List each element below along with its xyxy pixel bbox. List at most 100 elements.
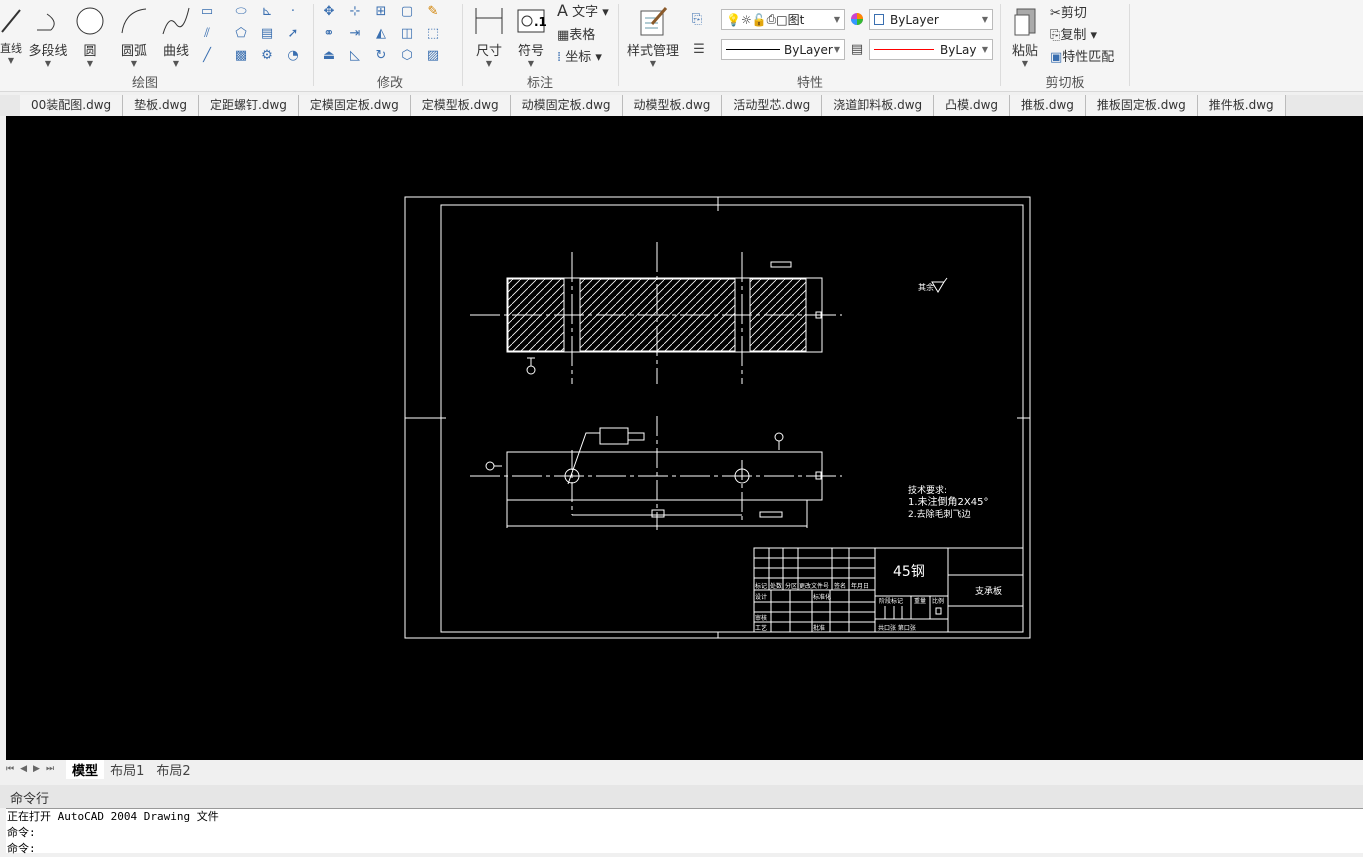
copy-object-icon[interactable]: ⚭ bbox=[320, 24, 338, 42]
text-icon: A bbox=[557, 1, 568, 20]
fillet-icon[interactable]: ⬡ bbox=[398, 46, 416, 64]
doc-tab[interactable]: 定模固定板.dwg bbox=[298, 95, 411, 116]
command-line: 命令: bbox=[7, 826, 36, 839]
color-swatch-icon bbox=[874, 14, 884, 25]
svg-text:年月日: 年月日 bbox=[851, 582, 869, 590]
svg-text:2.去除毛刺飞边: 2.去除毛刺飞边 bbox=[908, 508, 971, 520]
ellipse-icon[interactable]: ⬭ bbox=[232, 2, 250, 20]
svg-text:设计: 设计 bbox=[755, 593, 767, 601]
svg-text:重量: 重量 bbox=[914, 597, 926, 605]
stretch-icon[interactable]: ⏏ bbox=[320, 46, 338, 64]
svg-text:共口张 第口张: 共口张 第口张 bbox=[878, 624, 916, 632]
move-icon[interactable]: ✥ bbox=[320, 2, 338, 20]
edit-hatch-icon[interactable]: ▨ bbox=[424, 46, 442, 64]
layout-tabs: ⏮◀▶⏭ 模型 布局1 布局2 bbox=[0, 759, 1363, 779]
cut-button[interactable]: ✂剪切 bbox=[1050, 2, 1087, 21]
line-button[interactable]: 直线 ▼ bbox=[0, 2, 22, 65]
doc-tab[interactable]: 定距螺钉.dwg bbox=[199, 95, 299, 116]
spline-button[interactable]: 曲线 ▼ bbox=[156, 2, 196, 68]
circle-button[interactable]: 圆 ▼ bbox=[72, 2, 108, 68]
doc-tab[interactable]: 浇道卸料板.dwg bbox=[822, 95, 935, 116]
explode-icon[interactable]: ⬚ bbox=[424, 24, 442, 42]
doc-tab[interactable]: 00装配图.dwg bbox=[20, 95, 124, 116]
svg-text:工艺: 工艺 bbox=[755, 624, 767, 632]
tab-layout1[interactable]: 布局1 bbox=[104, 760, 150, 779]
color-wheel-icon[interactable] bbox=[848, 10, 866, 28]
extend-icon[interactable]: ⇥ bbox=[346, 24, 364, 42]
ribbon: 直线 ▼ 多段线 ▼ 圆 ▼ 圆弧 ▼ 曲线 ▼ ▭ ⬭ ⊾ · ⫽ ⬠ ▤ ➚ ╱ ▩ … bbox=[0, 0, 1363, 92]
doc-tab[interactable]: 凸模.dwg bbox=[934, 95, 1011, 116]
symbol-button[interactable]: .1 符号 ▼ bbox=[512, 2, 550, 68]
command-history[interactable]: 正在打开 AutoCAD 2004 Drawing 文件 命令: 命令: bbox=[6, 808, 1363, 855]
copy-button[interactable]: ⎘复制 ▾ bbox=[1050, 24, 1097, 43]
drawing-canvas[interactable]: 其余 技术要求: 1.未注倒角2X45° 2.去除毛刺飞边 标记 处数 分区 更改文件… bbox=[6, 116, 1363, 760]
layer-combo[interactable]: 💡 ☼ 🔓 ⎙ □ 图t ▼ bbox=[721, 9, 845, 30]
doc-tab[interactable]: 活动型芯.dwg bbox=[722, 95, 823, 116]
bulb-icon: 💡 bbox=[726, 12, 741, 27]
coordinate-button[interactable]: ⁞ 坐标 ▾ bbox=[557, 46, 602, 65]
svg-text:阶段标记: 阶段标记 bbox=[879, 597, 903, 605]
construction-icon[interactable]: ⊾ bbox=[258, 2, 276, 20]
rectangle-icon[interactable]: ▭ bbox=[198, 2, 216, 20]
doc-tab[interactable]: 动模固定板.dwg bbox=[510, 95, 623, 116]
array-icon[interactable]: ⊞ bbox=[372, 2, 390, 20]
offset-icon[interactable]: ◫ bbox=[398, 24, 416, 42]
svg-text:签名: 签名 bbox=[834, 582, 846, 590]
hatch-icon[interactable]: ▩ bbox=[232, 46, 250, 64]
region-icon[interactable]: ⬠ bbox=[232, 24, 250, 42]
block-icon[interactable]: ▤ bbox=[258, 24, 276, 42]
svg-text:其余: 其余 bbox=[918, 282, 934, 292]
svg-text:标记: 标记 bbox=[755, 582, 767, 590]
paste-icon bbox=[1010, 6, 1040, 36]
tab-layout2[interactable]: 布局2 bbox=[150, 760, 196, 779]
front-view bbox=[470, 416, 842, 530]
svg-text:标准化: 标准化 bbox=[813, 593, 831, 601]
doc-tab[interactable]: 推板固定板.dwg bbox=[1085, 95, 1198, 116]
paste-button[interactable]: 粘贴 ▼ bbox=[1006, 2, 1044, 68]
trim-icon[interactable]: ⊹ bbox=[346, 2, 364, 20]
coordinate-icon: ⁞ bbox=[557, 50, 562, 65]
svg-text:批准: 批准 bbox=[813, 624, 825, 632]
linetype-combo[interactable]: ByLayer ▼ bbox=[721, 39, 845, 60]
tab-nav-arrows-icon[interactable]: ⏮◀▶⏭ bbox=[0, 764, 66, 774]
insert-icon[interactable]: ➚ bbox=[284, 24, 302, 42]
lineweight-list-icon[interactable]: ☰ bbox=[690, 40, 708, 58]
svg-text:1.未注倒角2X45°: 1.未注倒角2X45° bbox=[908, 495, 988, 508]
text-button[interactable]: A 文字 ▾ bbox=[557, 1, 609, 20]
arc-icon bbox=[119, 6, 149, 36]
doc-tab[interactable]: 垫板.dwg bbox=[123, 95, 200, 116]
table-button[interactable]: ▦表格 bbox=[557, 24, 595, 43]
doc-tab[interactable]: 推件板.dwg bbox=[1197, 95, 1286, 116]
gear-icon[interactable]: ⚙ bbox=[258, 46, 276, 64]
xline-icon[interactable]: ╱ bbox=[198, 46, 216, 64]
break-icon[interactable]: ▢ bbox=[398, 2, 416, 20]
lineweight-icon[interactable]: ▤ bbox=[848, 40, 866, 58]
lineweight-combo[interactable]: ByLay ▼ bbox=[869, 39, 993, 60]
polyline-button[interactable]: 多段线 ▼ bbox=[26, 2, 70, 68]
erase-icon[interactable]: ✎ bbox=[424, 2, 442, 20]
point-icon[interactable]: · bbox=[284, 2, 302, 20]
dimension-button[interactable]: 尺寸 ▼ bbox=[470, 2, 508, 68]
layer-manager-icon[interactable]: ⎘ bbox=[688, 10, 706, 28]
spline-icon bbox=[161, 6, 191, 36]
scale-icon[interactable]: ◺ bbox=[346, 46, 364, 64]
doc-tab[interactable]: 定模型板.dwg bbox=[410, 95, 511, 116]
color-combo[interactable]: ByLayer ▼ bbox=[869, 9, 993, 30]
multiline-icon[interactable]: ⫽ bbox=[198, 24, 216, 42]
command-prompt[interactable]: 命令: bbox=[7, 841, 1363, 857]
drawing-frame bbox=[404, 196, 1031, 639]
arc-button[interactable]: 圆弧 ▼ bbox=[114, 2, 154, 68]
doc-tab[interactable]: 动模型板.dwg bbox=[622, 95, 723, 116]
tab-model[interactable]: 模型 bbox=[66, 759, 105, 779]
circle-icon bbox=[75, 6, 105, 36]
rotate-icon[interactable]: ↻ bbox=[372, 46, 390, 64]
wipeout-icon[interactable]: ◔ bbox=[284, 46, 302, 64]
doc-tab[interactable]: 推板.dwg bbox=[1010, 95, 1086, 116]
match-properties-button[interactable]: ▣特性匹配 bbox=[1050, 46, 1114, 65]
mirror-icon[interactable]: ◭ bbox=[372, 24, 390, 42]
line-icon bbox=[0, 6, 22, 36]
section-view bbox=[470, 242, 842, 384]
svg-text:比例: 比例 bbox=[932, 597, 944, 605]
document-tabs: 00装配图.dwg 垫板.dwg 定距螺钉.dwg 定模固定板.dwg 定模型板.dwg… bbox=[0, 95, 1363, 116]
style-manager-button[interactable]: 样式管理 ▼ bbox=[624, 2, 682, 68]
